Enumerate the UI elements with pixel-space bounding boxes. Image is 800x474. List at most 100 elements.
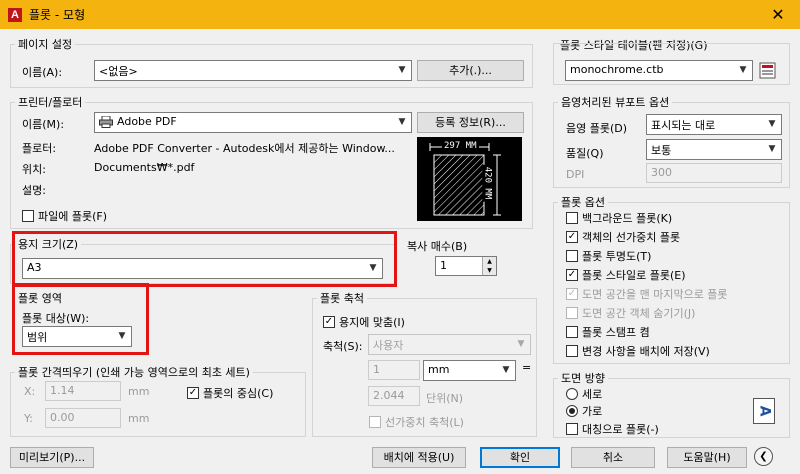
plot-option-label: 변경 사항을 배치에 저장(V) bbox=[582, 345, 710, 358]
chevron-down-icon: ▼ bbox=[768, 144, 776, 154]
page-setup-name-value: <없음> bbox=[99, 65, 138, 78]
plot-style-table-value: monochrome.ctb bbox=[570, 63, 664, 76]
checkbox-box: ✓ bbox=[323, 316, 335, 328]
title-bar: A 플롯 - 모형 ✕ bbox=[0, 0, 800, 29]
printer-name-dropdown[interactable]: Adobe PDF ▼ bbox=[94, 112, 412, 133]
plot-option-checkbox[interactable]: 도면 공간 객체 숨기기(J) bbox=[566, 305, 695, 321]
printer-name-label: 이름(M): bbox=[22, 118, 65, 131]
center-plot-checkbox[interactable]: ✓ 플롯의 중심(C) bbox=[187, 385, 273, 401]
plot-option-checkbox[interactable]: 플롯 투명도(T) bbox=[566, 248, 651, 264]
plotter-value: Adobe PDF Converter - Autodesk에서 제공하는 Wi… bbox=[94, 142, 395, 155]
chevron-down-icon: ▼ bbox=[768, 119, 776, 129]
landscape-radio[interactable]: 가로 bbox=[566, 403, 602, 419]
plot-option-label: 객체의 선가중치 플롯 bbox=[582, 231, 681, 244]
copies-spinner[interactable]: ▲ ▼ bbox=[482, 257, 496, 275]
orientation-icon: A bbox=[753, 398, 775, 424]
checkbox-box bbox=[566, 345, 578, 357]
spin-up-icon[interactable]: ▲ bbox=[483, 257, 496, 266]
window-title: 플롯 - 모형 bbox=[29, 8, 86, 22]
plot-option-checkbox[interactable]: 백그라운드 플롯(K) bbox=[566, 210, 672, 226]
scale-value1-input[interactable]: 1 bbox=[368, 360, 420, 380]
plot-option-checkbox[interactable]: ✓ 객체의 선가중치 플롯 bbox=[566, 229, 680, 245]
quality-label: 품질(Q) bbox=[566, 147, 604, 160]
spin-down-icon[interactable]: ▼ bbox=[483, 266, 496, 275]
plot-option-label: 플롯 스타일로 플롯(E) bbox=[582, 269, 686, 282]
quality-value: 보통 bbox=[651, 144, 672, 157]
plot-options-legend: 플롯 옵션 bbox=[561, 196, 605, 209]
help-button[interactable]: 도움말(H) bbox=[667, 447, 747, 468]
offset-y-unit: mm bbox=[128, 412, 150, 425]
plot-option-checkbox[interactable]: ✓ 플롯 스타일로 플롯(E) bbox=[566, 267, 686, 283]
upside-down-label: 대칭으로 플롯(-) bbox=[582, 423, 659, 436]
preview-button[interactable]: 미리보기(P)... bbox=[10, 447, 94, 468]
fit-to-paper-label: 용지에 맞춤(I) bbox=[339, 316, 405, 329]
collapse-options-button[interactable]: ❮ bbox=[754, 447, 773, 466]
ok-button[interactable]: 확인 bbox=[480, 447, 560, 468]
where-label: 위치: bbox=[22, 163, 46, 176]
plotter-label: 플로터: bbox=[22, 142, 57, 155]
shade-plot-dropdown[interactable]: 표시되는 대로 ▼ bbox=[646, 114, 782, 135]
checkbox-box bbox=[566, 326, 578, 338]
scale-unit-dropdown[interactable]: mm ▼ bbox=[423, 360, 516, 381]
scale-value: 사용자 bbox=[373, 339, 404, 352]
add-page-setup-button[interactable]: 추가(.)... bbox=[417, 60, 524, 81]
autocad-app-icon: A bbox=[8, 7, 22, 22]
page-setup-name-dropdown[interactable]: <없음> ▼ bbox=[94, 60, 412, 81]
scale-units-label: 단위(N) bbox=[426, 392, 464, 405]
chevron-down-icon: ▼ bbox=[502, 365, 510, 375]
checkbox-box bbox=[566, 423, 578, 435]
offset-x-input[interactable]: 1.14 bbox=[45, 381, 121, 401]
radio-circle bbox=[566, 405, 578, 417]
plot-to-file-label: 파일에 플롯(F) bbox=[38, 210, 108, 223]
quality-dropdown[interactable]: 보통 ▼ bbox=[646, 139, 782, 160]
plot-style-table-dropdown[interactable]: monochrome.ctb ▼ bbox=[565, 60, 753, 81]
checkbox-box bbox=[566, 307, 578, 319]
checkbox-box bbox=[369, 416, 381, 428]
scale-lineweights-label: 선가중치 축척(L) bbox=[385, 416, 464, 429]
portrait-label: 세로 bbox=[582, 388, 603, 401]
printer-plotter-legend: 프린터/플로터 bbox=[18, 96, 83, 109]
upside-down-checkbox[interactable]: 대칭으로 플롯(-) bbox=[566, 421, 659, 437]
offset-x-unit: mm bbox=[128, 385, 150, 398]
offset-y-input[interactable]: 0.00 bbox=[45, 408, 121, 428]
preview-height-label: 420 MM bbox=[482, 164, 493, 202]
printer-name-value: Adobe PDF bbox=[117, 115, 177, 128]
edit-plot-style-button[interactable] bbox=[758, 61, 777, 80]
scale-unit-value: mm bbox=[428, 363, 450, 376]
plot-option-label: 플롯 투명도(T) bbox=[582, 250, 652, 263]
scale-lineweights-checkbox[interactable]: 선가중치 축척(L) bbox=[369, 414, 464, 430]
dpi-label: DPI bbox=[566, 168, 585, 181]
preview-width-label: 297 MM bbox=[442, 141, 479, 151]
chevron-down-icon: ▼ bbox=[398, 117, 406, 127]
checkbox-box: ✓ bbox=[566, 231, 578, 243]
printer-icon bbox=[99, 116, 113, 128]
fit-to-paper-checkbox[interactable]: ✓ 용지에 맞춤(I) bbox=[323, 314, 405, 330]
page-setup-name-label: 이름(A): bbox=[22, 66, 63, 79]
orientation-legend: 도면 방향 bbox=[561, 372, 605, 385]
plot-to-file-checkbox[interactable]: 파일에 플롯(F) bbox=[22, 208, 107, 224]
chevron-down-icon: ▼ bbox=[739, 65, 747, 75]
plot-offset-legend: 플롯 간격띄우기 (인쇄 가능 영역으로의 최초 세트) bbox=[18, 366, 250, 379]
copies-label: 복사 매수(B) bbox=[407, 240, 468, 253]
scale-dropdown[interactable]: 사용자 ▼ bbox=[368, 334, 531, 355]
apply-to-layout-button[interactable]: 배치에 적용(U) bbox=[372, 447, 466, 468]
printer-properties-button[interactable]: 등록 정보(R)... bbox=[417, 112, 524, 133]
plot-option-checkbox[interactable]: 플롯 스탬프 켬 bbox=[566, 324, 650, 340]
plot-scale-legend: 플롯 축척 bbox=[320, 292, 364, 305]
offset-y-label: Y: bbox=[24, 412, 33, 425]
close-button[interactable]: ✕ bbox=[756, 0, 800, 29]
cancel-button[interactable]: 취소 bbox=[571, 447, 655, 468]
shaded-viewport-legend: 음영처리된 뷰포트 옵션 bbox=[561, 96, 670, 109]
radio-circle bbox=[566, 388, 578, 400]
plot-option-checkbox[interactable]: 변경 사항을 배치에 저장(V) bbox=[566, 343, 710, 359]
plot-option-label: 도면 공간 객체 숨기기(J) bbox=[582, 307, 696, 320]
page-setup-legend: 페이지 설정 bbox=[18, 38, 73, 51]
dpi-input[interactable]: 300 bbox=[646, 163, 782, 183]
shade-plot-label: 음영 플롯(D) bbox=[566, 122, 628, 135]
plot-option-label: 백그라운드 플롯(K) bbox=[582, 212, 673, 225]
orientation-icon-letter: A bbox=[756, 405, 773, 417]
plot-option-checkbox[interactable]: ✓ 도면 공간을 맨 마지막으로 플롯 bbox=[566, 286, 728, 302]
portrait-radio[interactable]: 세로 bbox=[566, 386, 602, 402]
paper-size-highlight bbox=[12, 231, 397, 287]
scale-value2-input[interactable]: 2.044 bbox=[368, 386, 420, 406]
